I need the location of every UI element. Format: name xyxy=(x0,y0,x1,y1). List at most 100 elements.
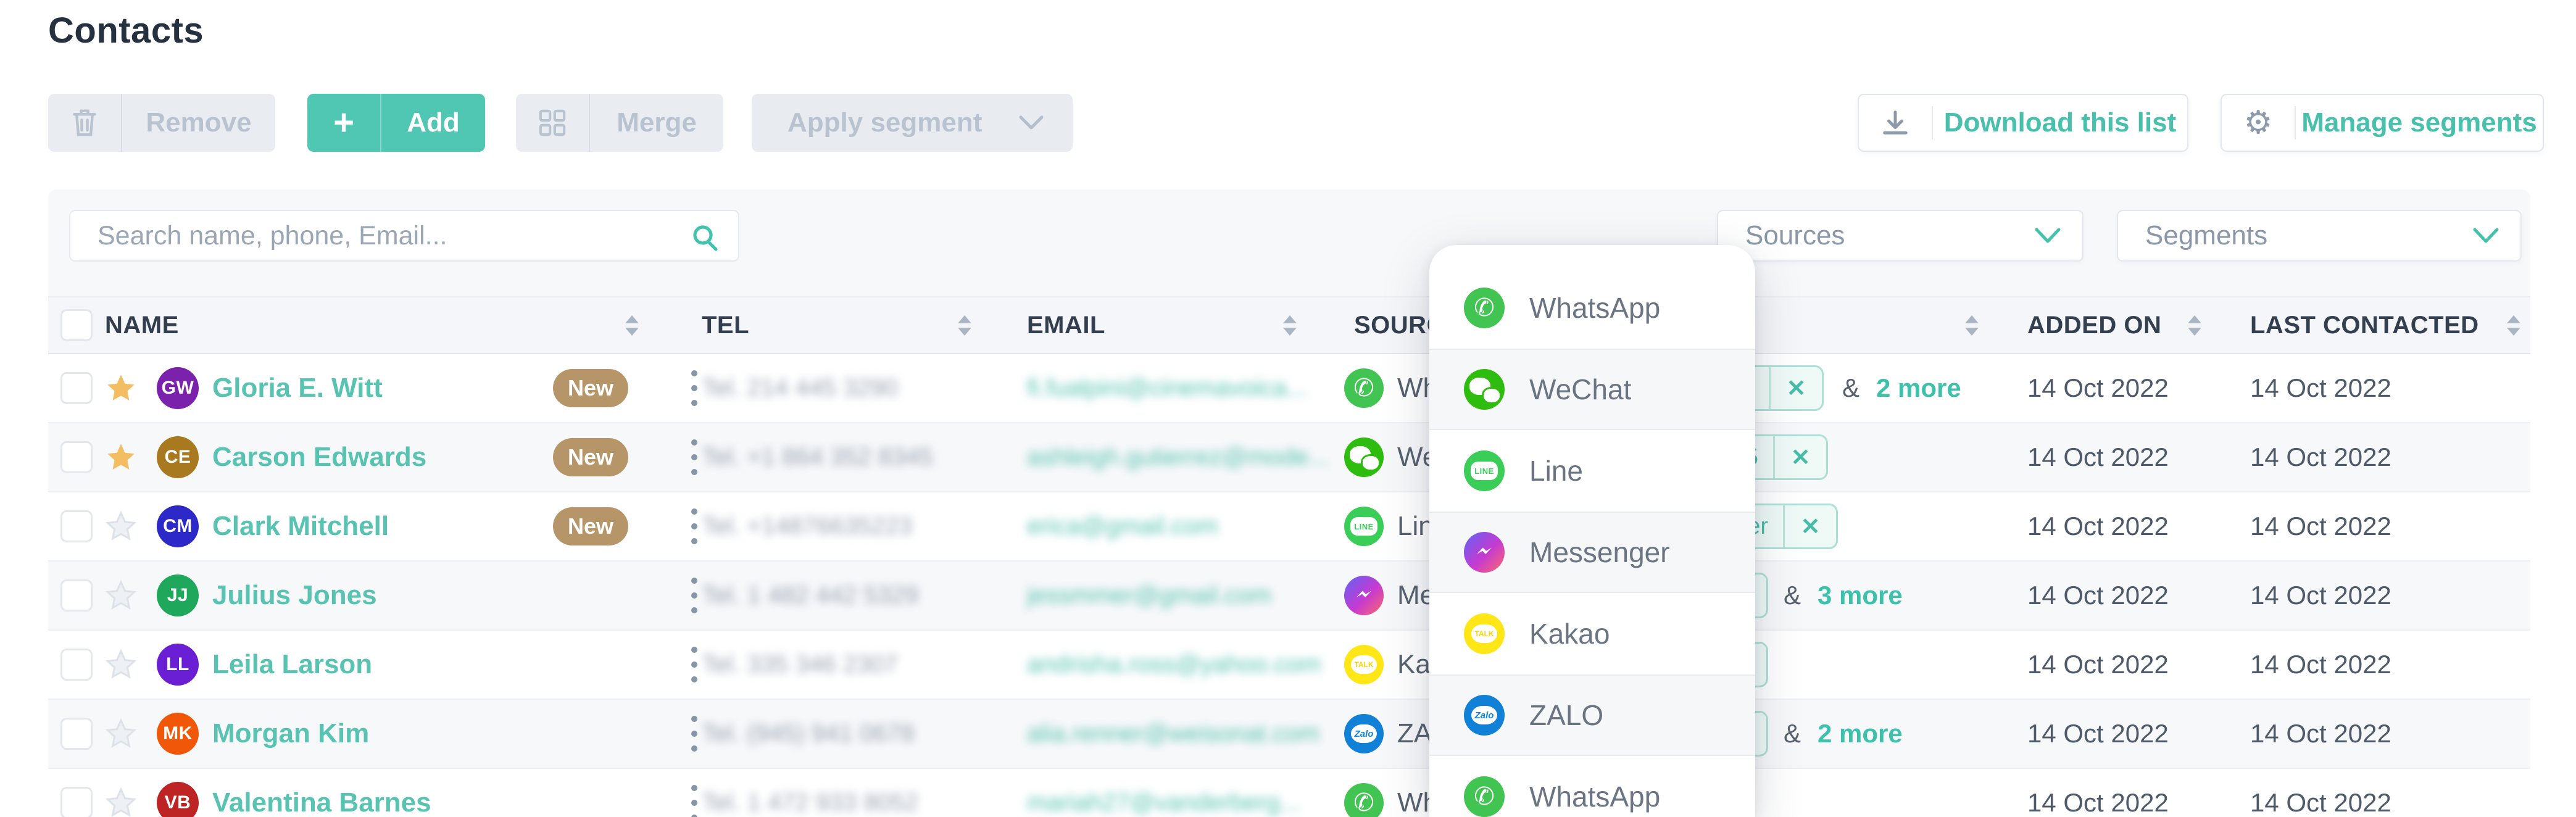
more-segments-link[interactable]: 2 more xyxy=(1876,373,1961,403)
row-menu-kebab-icon[interactable] xyxy=(688,367,701,410)
tel-value-blurred: Tel. +1 864 352 8345 xyxy=(702,444,933,471)
row-menu-kebab-icon[interactable] xyxy=(688,781,701,817)
segments-filter-select[interactable]: Segments xyxy=(2117,210,2522,262)
column-header-tel[interactable]: TEL xyxy=(702,297,749,353)
row-menu-kebab-icon[interactable] xyxy=(688,574,701,617)
chevron-down-icon xyxy=(2034,227,2061,244)
wechat-icon xyxy=(1344,438,1384,477)
added-on-value: 14 Oct 2022 xyxy=(2027,581,2169,610)
tel-value-blurred: Tel. +14876635223 xyxy=(702,513,912,541)
contact-name-link[interactable]: Carson Edwards xyxy=(212,442,426,473)
contact-name-link[interactable]: Morgan Kim xyxy=(212,718,369,749)
avatar: MK xyxy=(157,713,199,755)
select-all-checkbox[interactable] xyxy=(60,297,93,353)
page-title: Contacts xyxy=(48,10,204,51)
search-input[interactable] xyxy=(69,210,739,262)
more-segments-link[interactable]: 2 more xyxy=(1818,719,1903,749)
contact-name-link[interactable]: Valentina Barnes xyxy=(212,787,431,817)
dropdown-item-whatsapp[interactable]: ✆ WhatsApp xyxy=(1429,267,1755,349)
star-icon[interactable] xyxy=(105,579,137,612)
manage-segments-button[interactable]: ⚙ Manage segments xyxy=(2221,94,2544,152)
more-segments-link[interactable]: 3 more xyxy=(1818,581,1903,610)
whatsapp-icon: ✆ xyxy=(1344,783,1384,817)
new-badge: New xyxy=(553,369,628,407)
dropdown-item-messenger[interactable]: Messenger xyxy=(1429,512,1755,593)
row-menu-kebab-icon[interactable] xyxy=(688,505,701,548)
remove-tag-icon[interactable]: ✕ xyxy=(1773,436,1826,478)
column-header-name[interactable]: NAME xyxy=(105,297,179,353)
row-checkbox[interactable] xyxy=(60,787,93,817)
row-checkbox[interactable] xyxy=(60,579,93,612)
column-header-added-on[interactable]: ADDED ON xyxy=(2027,297,2161,353)
kakao-icon: TALK xyxy=(1464,613,1505,654)
avatar: JJ xyxy=(157,574,199,616)
table-row: VB Valentina Barnes Tel. 1 472 933 8052 … xyxy=(48,769,2530,817)
dropdown-item-kakao[interactable]: TALK Kakao xyxy=(1429,593,1755,674)
messenger-icon xyxy=(1464,532,1505,573)
line-icon: LINE xyxy=(1464,450,1505,491)
row-menu-kebab-icon[interactable] xyxy=(688,712,701,755)
avatar: CM xyxy=(157,505,199,547)
row-checkbox[interactable] xyxy=(60,372,93,404)
column-header-email[interactable]: EMAIL xyxy=(1027,297,1105,353)
merge-button[interactable]: Merge xyxy=(516,94,723,152)
last-contacted-value: 14 Oct 2022 xyxy=(2250,512,2391,541)
row-checkbox[interactable] xyxy=(60,510,93,542)
remove-button[interactable]: Remove xyxy=(48,94,275,152)
sources-filter-select[interactable]: Sources xyxy=(1717,210,2084,262)
tel-value-blurred: Tel. 1 472 933 8052 xyxy=(702,789,918,817)
sort-arrows-tel[interactable] xyxy=(958,297,971,353)
contact-name-link[interactable]: Clark Mitchell xyxy=(212,511,389,542)
add-button[interactable]: + Add xyxy=(307,94,485,152)
sort-arrows-last-contacted[interactable] xyxy=(2507,297,2520,353)
row-checkbox[interactable] xyxy=(60,649,93,681)
dropdown-item-wechat[interactable]: WeChat xyxy=(1429,349,1755,430)
remove-tag-icon[interactable]: ✕ xyxy=(1783,505,1836,547)
sort-arrows-added-on[interactable] xyxy=(2188,297,2201,353)
star-icon[interactable] xyxy=(105,441,137,473)
filter-bar: Sources Segments xyxy=(48,189,2530,296)
contact-name-link[interactable]: Julius Jones xyxy=(212,580,377,611)
search-icon[interactable] xyxy=(690,222,720,252)
dropdown-item-whatsapp[interactable]: ✆ WhatsApp xyxy=(1429,756,1755,817)
row-checkbox[interactable] xyxy=(60,718,93,750)
email-value-blurred: fi.fualpini@cinemavoica... xyxy=(1027,375,1307,402)
contact-name-link[interactable]: Gloria E. Witt xyxy=(212,373,383,404)
ampersand: & xyxy=(1784,581,1801,610)
new-badge: New xyxy=(553,507,628,545)
download-icon xyxy=(1859,95,1932,151)
contacts-table-card: Sources Segments NAME TEL EMAIL SOURCE A… xyxy=(48,189,2530,817)
dropdown-item-line[interactable]: LINE Line xyxy=(1429,430,1755,512)
sort-arrows-name[interactable] xyxy=(625,297,639,353)
messenger-icon xyxy=(1344,576,1384,615)
row-menu-kebab-icon[interactable] xyxy=(688,643,701,686)
star-icon[interactable] xyxy=(105,787,137,817)
added-on-value: 14 Oct 2022 xyxy=(2027,719,2169,749)
remove-tag-icon[interactable]: ✕ xyxy=(1769,367,1822,409)
table-row: CE Carson Edwards New Tel. +1 864 352 83… xyxy=(48,423,2530,492)
added-on-value: 14 Oct 2022 xyxy=(2027,650,2169,679)
star-icon[interactable] xyxy=(105,510,137,542)
dropdown-item-zalo[interactable]: Zalo ZALO xyxy=(1429,674,1755,756)
sources-dropdown-menu: ✆ WhatsApp WeChat LINE Line Messenger TA… xyxy=(1429,245,1755,817)
table-header: NAME TEL EMAIL SOURCE ADDED ON LAST CONT… xyxy=(48,296,2530,354)
wechat-icon xyxy=(1464,369,1505,410)
row-menu-kebab-icon[interactable] xyxy=(688,436,701,479)
email-value-blurred: andrisha.ross@yahoo.com xyxy=(1027,651,1321,679)
last-contacted-value: 14 Oct 2022 xyxy=(2250,373,2391,403)
star-icon[interactable] xyxy=(105,372,137,404)
line-icon: LINE xyxy=(1344,507,1384,546)
zalo-icon: Zalo xyxy=(1344,714,1384,753)
added-on-value: 14 Oct 2022 xyxy=(2027,512,2169,541)
star-icon[interactable] xyxy=(105,649,137,681)
apply-segment-select[interactable]: Apply segment xyxy=(752,94,1073,152)
star-icon[interactable] xyxy=(105,718,137,750)
row-checkbox[interactable] xyxy=(60,441,93,473)
sort-arrows-segments[interactable] xyxy=(1965,297,1979,353)
sort-arrows-email[interactable] xyxy=(1283,297,1297,353)
column-header-last-contacted[interactable]: LAST CONTACTED xyxy=(2250,297,2479,353)
download-list-button[interactable]: Download this list xyxy=(1858,94,2188,152)
last-contacted-value: 14 Oct 2022 xyxy=(2250,442,2391,472)
contact-name-link[interactable]: Leila Larson xyxy=(212,649,372,680)
table-row: JJ Julius Jones Tel. 1 482 442 5329 jess… xyxy=(48,562,2530,631)
